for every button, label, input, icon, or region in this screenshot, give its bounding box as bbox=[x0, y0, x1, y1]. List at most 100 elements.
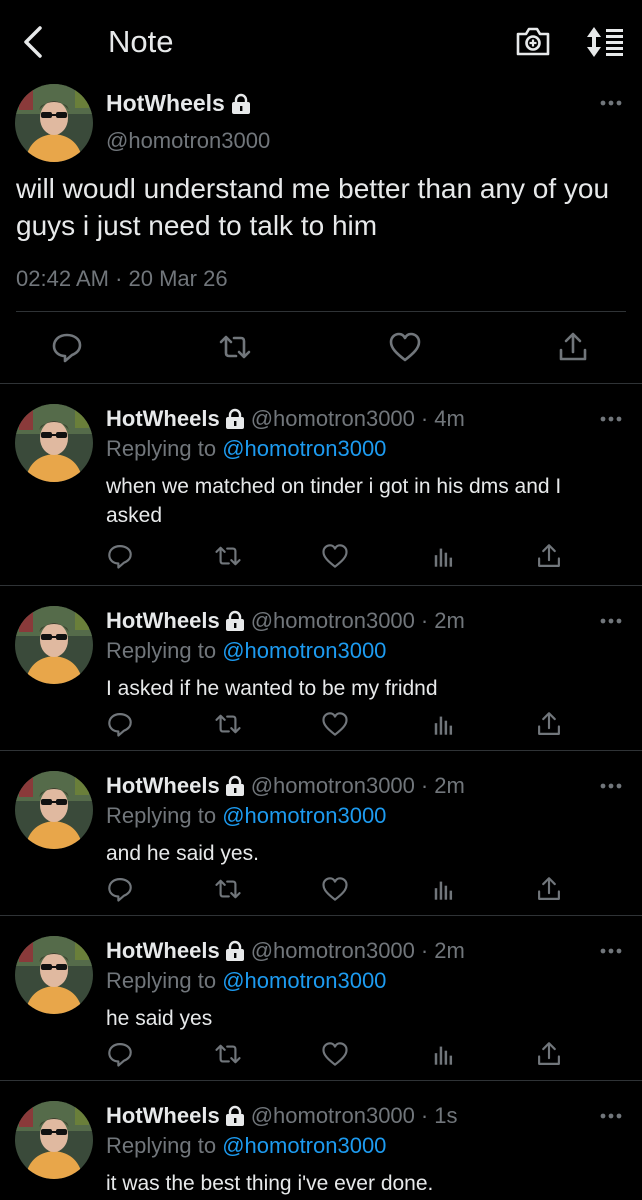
tweet-actions bbox=[0, 330, 642, 364]
reply-icon bbox=[108, 1043, 132, 1067]
more-icon bbox=[600, 948, 622, 954]
separator: · bbox=[420, 938, 429, 963]
avatar-image bbox=[15, 771, 93, 849]
retweet-button[interactable] bbox=[214, 1040, 242, 1068]
retweet-button[interactable] bbox=[218, 330, 252, 364]
avatar[interactable] bbox=[15, 1101, 93, 1179]
views-button[interactable] bbox=[429, 1040, 457, 1068]
author-handle[interactable]: @homotron3000 bbox=[251, 608, 415, 634]
separator: · bbox=[420, 1103, 429, 1128]
share-button[interactable] bbox=[556, 330, 590, 364]
more-button[interactable] bbox=[598, 98, 624, 108]
more-button[interactable] bbox=[598, 1111, 624, 1121]
share-button[interactable] bbox=[535, 710, 563, 738]
avatar[interactable] bbox=[15, 936, 93, 1014]
retweet-button[interactable] bbox=[214, 875, 242, 903]
like-button[interactable] bbox=[321, 1040, 349, 1068]
reply-tweet[interactable]: HotWheels @homotron3000 · 2m Replying to… bbox=[0, 751, 642, 916]
author-name[interactable]: HotWheels bbox=[106, 90, 251, 117]
author-name[interactable]: HotWheels bbox=[106, 608, 220, 634]
share-button[interactable] bbox=[535, 542, 563, 570]
replying-to: Replying to @homotron3000 bbox=[106, 638, 386, 664]
more-icon bbox=[600, 618, 622, 624]
retweet-icon bbox=[215, 546, 241, 566]
reply-time: 4m bbox=[434, 406, 465, 431]
like-button[interactable] bbox=[321, 875, 349, 903]
share-icon bbox=[538, 1042, 560, 1065]
reply-button[interactable] bbox=[106, 542, 134, 570]
author-name[interactable]: HotWheels bbox=[106, 406, 220, 432]
views-icon bbox=[434, 1046, 453, 1065]
more-button[interactable] bbox=[598, 781, 624, 791]
replying-to: Replying to @homotron3000 bbox=[106, 1133, 386, 1159]
like-icon bbox=[322, 877, 348, 901]
like-button[interactable] bbox=[388, 330, 422, 364]
author-name[interactable]: HotWheels bbox=[106, 938, 220, 964]
avatar[interactable] bbox=[15, 606, 93, 684]
author-handle[interactable]: @homotron3000 bbox=[251, 773, 415, 799]
like-button[interactable] bbox=[321, 542, 349, 570]
replying-mention[interactable]: @homotron3000 bbox=[222, 638, 386, 663]
views-button[interactable] bbox=[429, 875, 457, 903]
avatar[interactable] bbox=[15, 84, 93, 162]
replying-to: Replying to @homotron3000 bbox=[106, 803, 386, 829]
replying-mention[interactable]: @homotron3000 bbox=[222, 968, 386, 993]
views-button[interactable] bbox=[429, 710, 457, 738]
reply-text: when we matched on tinder i got in his d… bbox=[106, 475, 562, 527]
like-icon bbox=[322, 544, 348, 568]
reply-text: he said yes bbox=[106, 1007, 213, 1030]
reply-header: HotWheels @homotron3000 · 4m bbox=[106, 406, 465, 432]
reply-icon bbox=[108, 545, 132, 569]
like-button[interactable] bbox=[321, 710, 349, 738]
retweet-button[interactable] bbox=[214, 542, 242, 570]
more-icon bbox=[600, 416, 622, 422]
replying-prefix: Replying to bbox=[106, 968, 217, 993]
main-tweet: HotWheels @homotron3000 will woudl under… bbox=[0, 84, 642, 384]
reply-time: 2m bbox=[434, 938, 465, 963]
lock-icon bbox=[225, 940, 244, 961]
reply-text: it was the best thing i've ever done. bbox=[106, 1172, 434, 1195]
author-name[interactable]: HotWheels bbox=[106, 773, 220, 799]
reply-header: HotWheels @homotron3000 · 2m bbox=[106, 938, 465, 964]
reply-tweet[interactable]: HotWheels @homotron3000 · 2m Replying to… bbox=[0, 586, 642, 751]
camera-button[interactable] bbox=[514, 24, 552, 60]
share-icon bbox=[538, 544, 560, 567]
reply-button[interactable] bbox=[50, 330, 84, 364]
more-button[interactable] bbox=[598, 946, 624, 956]
replying-mention[interactable]: @homotron3000 bbox=[222, 436, 386, 461]
replying-to: Replying to @homotron3000 bbox=[106, 436, 386, 462]
avatar-image bbox=[15, 404, 93, 482]
author-handle[interactable]: @homotron3000 bbox=[251, 938, 415, 964]
replying-mention[interactable]: @homotron3000 bbox=[222, 803, 386, 828]
author-handle[interactable]: @homotron3000 bbox=[251, 406, 415, 432]
avatar[interactable] bbox=[15, 771, 93, 849]
more-button[interactable] bbox=[598, 616, 624, 626]
avatar[interactable] bbox=[15, 404, 93, 482]
reply-button[interactable] bbox=[106, 1040, 134, 1068]
more-button[interactable] bbox=[598, 414, 624, 424]
lock-icon bbox=[225, 775, 244, 796]
retweet-icon bbox=[215, 714, 241, 734]
author-handle[interactable]: @homotron3000 bbox=[106, 128, 270, 154]
reply-tweet[interactable]: HotWheels @homotron3000 · 2m Replying to… bbox=[0, 916, 642, 1081]
retweet-button[interactable] bbox=[214, 710, 242, 738]
replying-mention[interactable]: @homotron3000 bbox=[222, 1133, 386, 1158]
retweet-icon bbox=[215, 879, 241, 899]
share-button[interactable] bbox=[535, 1040, 563, 1068]
views-button[interactable] bbox=[429, 542, 457, 570]
reply-header: HotWheels @homotron3000 · 1s bbox=[106, 1103, 457, 1129]
reply-text: I asked if he wanted to be my fridnd bbox=[106, 677, 438, 700]
author-handle[interactable]: @homotron3000 bbox=[251, 1103, 415, 1129]
reply-tweet[interactable]: HotWheels @homotron3000 · 4m Replying to… bbox=[0, 384, 642, 586]
replying-prefix: Replying to bbox=[106, 803, 217, 828]
reply-time: 2m bbox=[434, 608, 465, 633]
reply-tweet[interactable]: HotWheels @homotron3000 · 1s Replying to… bbox=[0, 1081, 642, 1200]
share-icon bbox=[538, 712, 560, 735]
reply-button[interactable] bbox=[106, 710, 134, 738]
back-button[interactable] bbox=[16, 22, 52, 62]
sort-button[interactable] bbox=[584, 24, 626, 60]
share-icon bbox=[559, 332, 587, 361]
reply-button[interactable] bbox=[106, 875, 134, 903]
author-name[interactable]: HotWheels bbox=[106, 1103, 220, 1129]
share-button[interactable] bbox=[535, 875, 563, 903]
